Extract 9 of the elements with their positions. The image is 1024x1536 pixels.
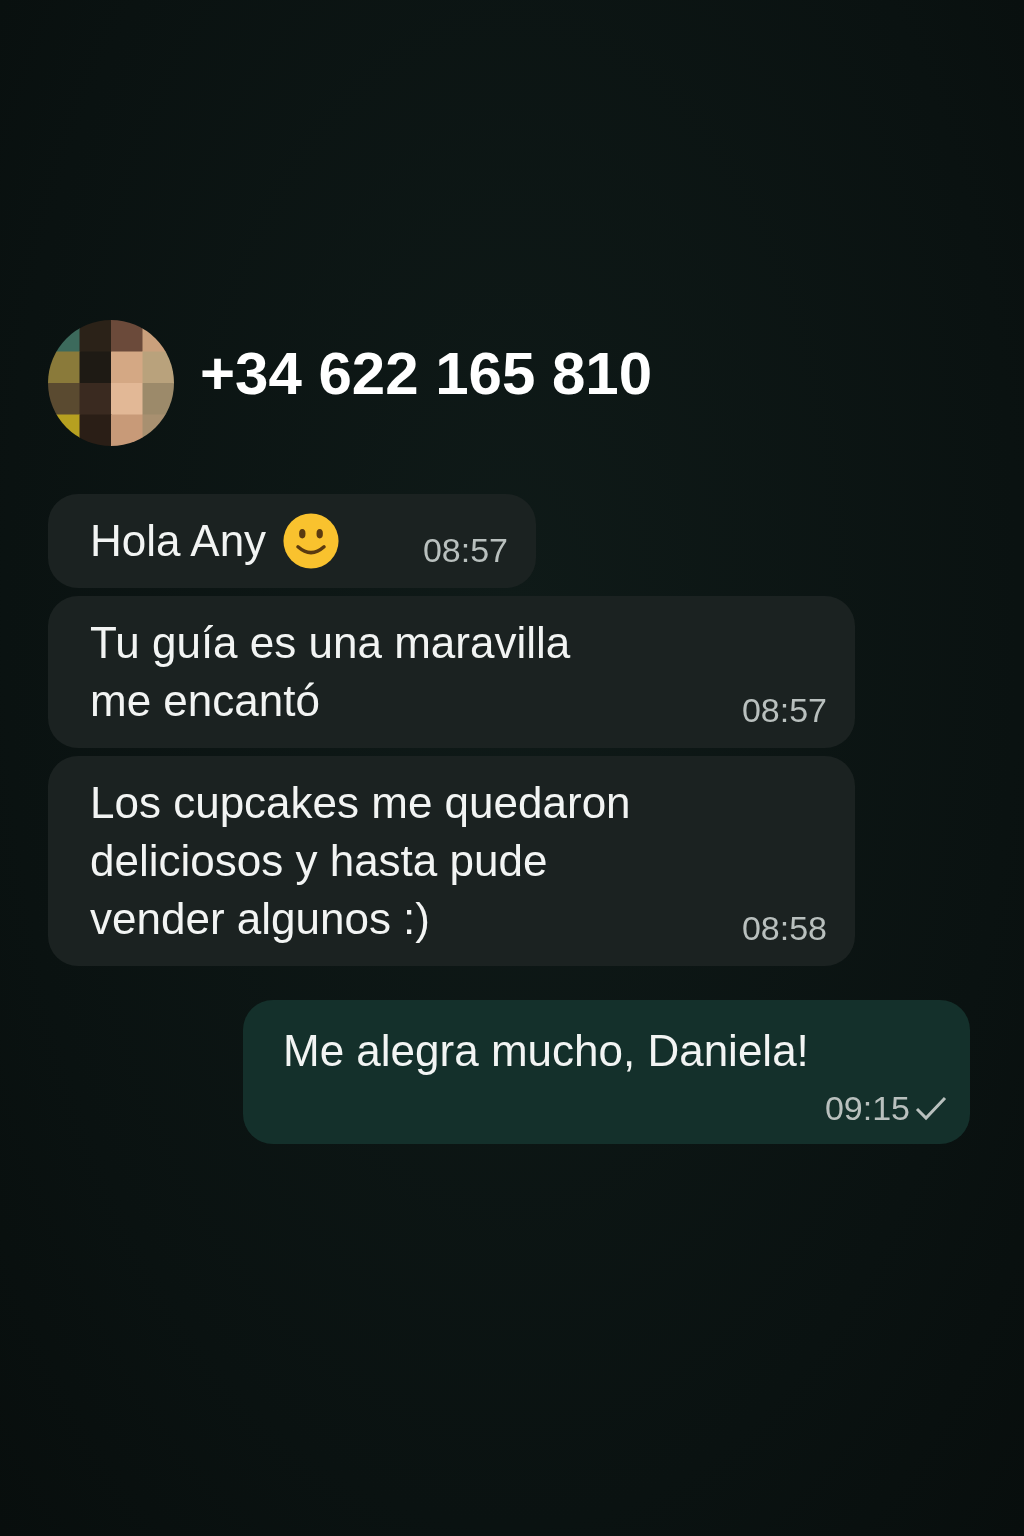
message-text: Hola Any xyxy=(90,515,267,567)
message-text: Tu guía es una maravilla me encantó xyxy=(90,617,571,727)
message-time: 08:58 xyxy=(741,908,827,948)
message-text: Los cupcakes me quedaron deliciosos y hasta pude vender algunos :) xyxy=(90,777,631,945)
message-time: 08:57 xyxy=(422,530,508,570)
message-time: 09:15 xyxy=(824,1088,910,1128)
message-time: 08:57 xyxy=(741,690,827,730)
contact-phone: +34 622 165 810 xyxy=(200,338,653,408)
message-text: Me alegra mucho, Daniela! xyxy=(283,1025,809,1077)
